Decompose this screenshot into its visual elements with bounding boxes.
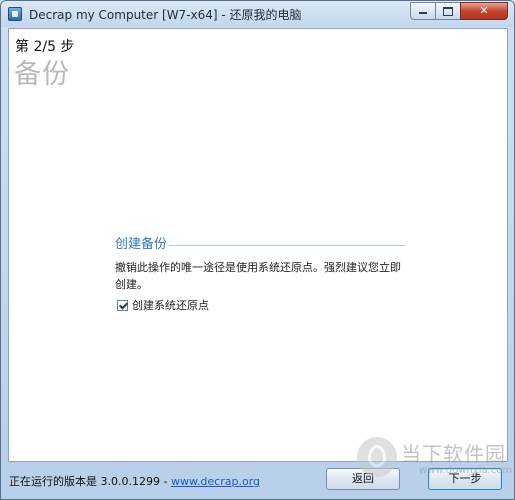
version-text: 正在运行的版本是 3.0.0.1299 - [9, 475, 171, 488]
watermark: 当下软件园 www.downxia.com [357, 437, 512, 485]
version-info: 正在运行的版本是 3.0.0.1299 - www.decrap.org [9, 473, 260, 489]
maximize-icon [443, 7, 453, 16]
close-icon: ✕ [479, 4, 489, 17]
close-button[interactable]: ✕ [460, 2, 508, 20]
wizard-content: 第 2/5 步 备份 创建备份 撤销此操作的唯一途径是使用系统还原点。强烈建议您… [8, 28, 508, 462]
watermark-name: 当下软件园 [401, 442, 506, 466]
section-title: 创建备份 [115, 237, 168, 252]
section-divider [169, 245, 405, 246]
title-bar[interactable]: Decrap my Computer [W7-x64] - 还原我的电脑 ✕ [1, 1, 514, 27]
minimize-icon [419, 12, 427, 14]
page-title: 备份 [14, 59, 70, 90]
app-icon [8, 7, 22, 21]
maximize-button[interactable] [435, 2, 461, 20]
restore-point-label: 创建系统还原点 [132, 299, 209, 312]
restore-point-checkbox[interactable] [117, 299, 128, 311]
restore-point-option[interactable]: 创建系统还原点 [117, 297, 209, 313]
minimize-button[interactable] [410, 2, 436, 20]
watermark-logo-icon [357, 437, 397, 477]
section-description: 撤销此操作的唯一途径是使用系统还原点。强烈建议您立即创建。 [115, 261, 401, 291]
window-title: Decrap my Computer [W7-x64] - 还原我的电脑 [29, 8, 302, 22]
website-link[interactable]: www.decrap.org [171, 475, 260, 488]
app-window: Decrap my Computer [W7-x64] - 还原我的电脑 ✕ 第… [0, 0, 515, 500]
watermark-url: www.downxia.com [419, 465, 513, 476]
